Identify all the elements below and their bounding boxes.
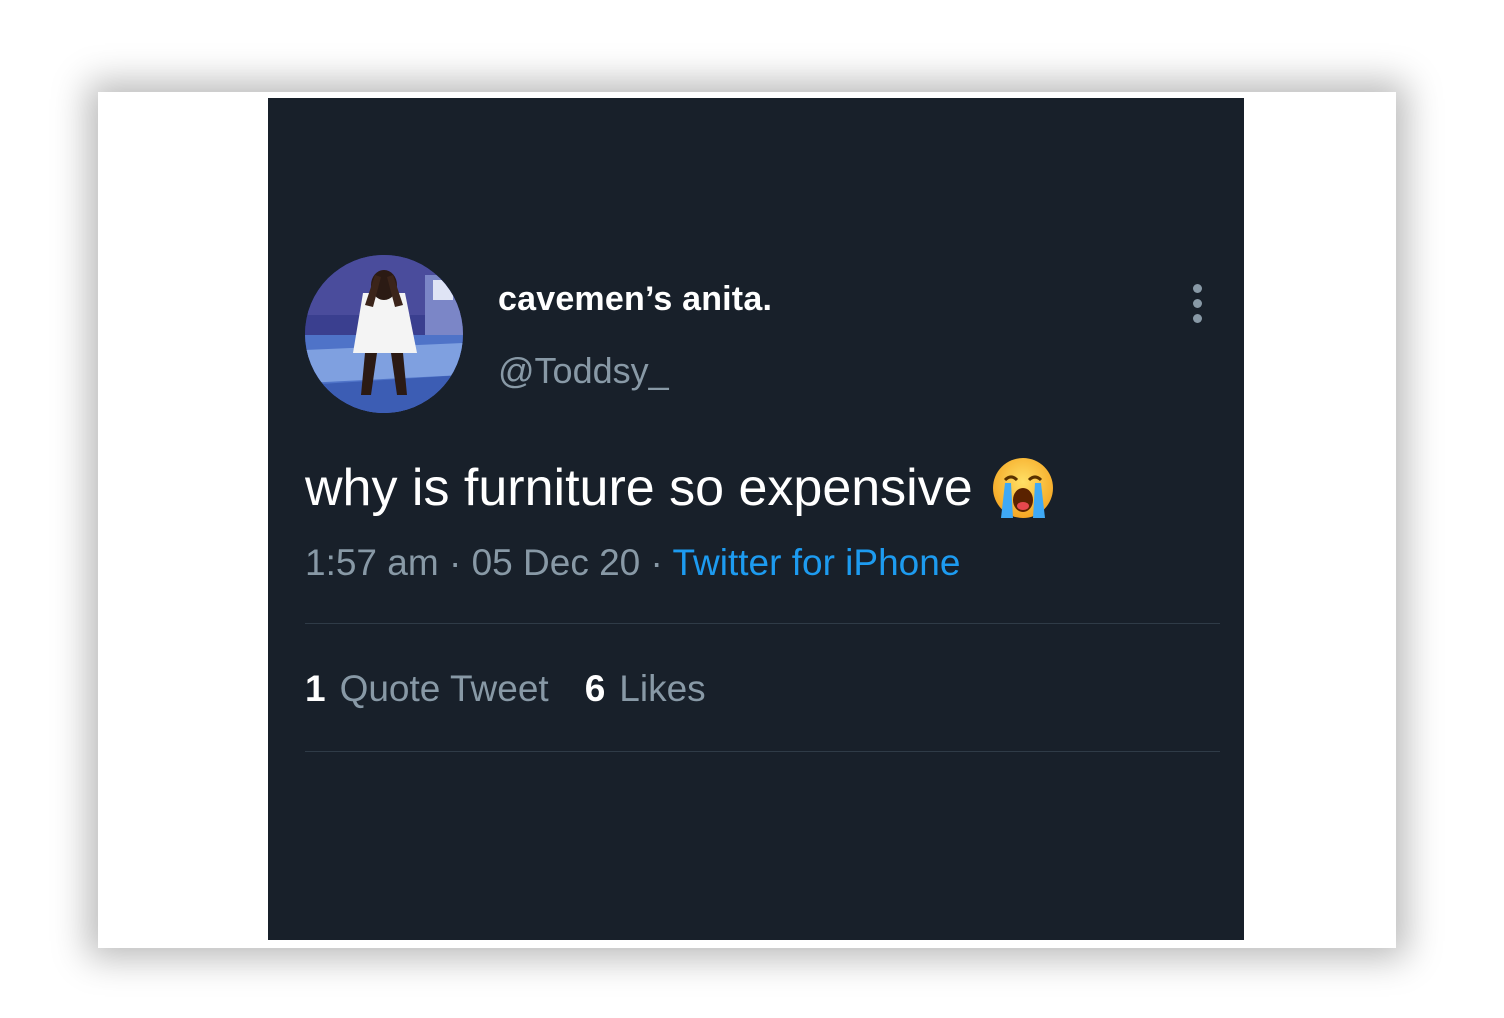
tweet-text-row: why is furniture so expensive: [305, 456, 1055, 520]
tweet-meta: 1:57 am · 05 Dec 20 · Twitter for iPhone: [305, 542, 960, 584]
like-count: 6: [584, 668, 606, 709]
meta-separator: ·: [448, 542, 472, 583]
tweet-source-link[interactable]: Twitter for iPhone: [672, 542, 960, 583]
tweet-date[interactable]: 05 Dec 20: [472, 542, 641, 583]
quote-tweet-label: Quote Tweet: [339, 668, 549, 709]
likes-stat[interactable]: 6 Likes: [585, 668, 706, 710]
loudly-crying-face-icon: [991, 456, 1055, 520]
user-handle[interactable]: @Toddsy_: [498, 350, 669, 392]
tweet-time[interactable]: 1:57 am: [305, 542, 439, 583]
tweet-card: cavemen’s anita. @Toddsy_ why is furnitu…: [268, 98, 1244, 940]
display-name[interactable]: cavemen’s anita.: [498, 280, 772, 319]
like-label: Likes: [619, 668, 706, 709]
meta-separator: ·: [650, 542, 673, 583]
more-vertical-icon[interactable]: [1182, 281, 1212, 325]
tweet-text: why is furniture so expensive: [305, 459, 973, 517]
avatar[interactable]: [305, 255, 463, 413]
divider: [305, 623, 1220, 624]
tweet-stats: 1 Quote Tweet 6 Likes: [305, 668, 742, 710]
quote-tweets-stat[interactable]: 1 Quote Tweet: [305, 668, 549, 710]
quote-tweet-count: 1: [305, 668, 326, 709]
divider: [305, 751, 1220, 752]
